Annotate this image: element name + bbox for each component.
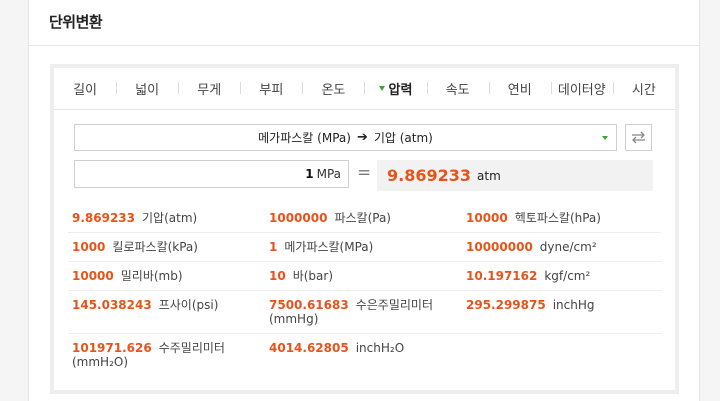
result-cell-unit: 파스칼(Pa) [334, 211, 391, 225]
tab-time[interactable]: 시간 [612, 79, 675, 98]
result-cell-unit: 프사이(psi) [158, 298, 219, 312]
result-cell-value: 1 [269, 240, 278, 254]
result-cell: 10 바(bar) [265, 262, 462, 290]
tab-label: 길이 [73, 83, 97, 98]
result-cell-value: 145.038243 [72, 298, 152, 312]
to-unit-label: 기압 (atm) [373, 131, 433, 145]
result-cell: 7500.61683 수은주밀리미터 (mmHg) [265, 291, 462, 333]
from-unit-label: 메가파스칼 (MPa) [258, 131, 351, 145]
results-grid: 9.869233 기압(atm) 1000000 파스칼(Pa) 10000 헥토파스… [68, 204, 661, 376]
result-cell-value: 10 [269, 269, 286, 283]
result-cell-unit: inchH₂O [355, 341, 405, 355]
unit-converter-card: 단위변환 길이 넓이 무게 부피 온도 압력 속도 연비 데이터양 시간 메가파… [28, 0, 700, 401]
results-row: 10000 밀리바(mb) 10 바(bar) 10.197162 kgf/cm² [68, 262, 661, 291]
result-cell-value: 4014.62805 [269, 341, 349, 355]
chevron-down-icon [602, 136, 608, 140]
page-title: 단위변환 [49, 13, 103, 31]
result-cell-unit: 바(bar) [292, 269, 334, 283]
input-value: 1 [305, 167, 314, 181]
result-cell-value: 1000 [72, 240, 106, 254]
results-row: 1000 킬로파스칼(kPa) 1 메가파스칼(MPa) 10000000 dyne/… [68, 233, 661, 262]
arrow-right-icon: ➔ [356, 130, 368, 145]
result-cell-unit: dyne/cm² [539, 240, 597, 254]
result-cell-value: 7500.61683 [269, 298, 349, 312]
tab-label: 연비 [507, 83, 532, 98]
result-cell: 10000 밀리바(mb) [68, 262, 265, 290]
result-cell: 9.869233 기압(atm) [68, 204, 265, 232]
results-row: 9.869233 기압(atm) 1000000 파스칼(Pa) 10000 헥토파스… [68, 204, 661, 233]
result-cell: 1 메가파스칼(MPa) [265, 233, 462, 261]
result-cell-unit: kgf/cm² [544, 269, 591, 283]
tab-label: 데이터양 [557, 83, 606, 98]
tab-label: 무게 [197, 83, 222, 98]
result-cell-value: 101971.626 [72, 341, 152, 355]
result-cell-unit: 기압(atm) [142, 211, 198, 225]
result-cell-value: 10000 [72, 269, 114, 283]
result-cell-value: 10000 [466, 211, 508, 225]
converter-panel: 길이 넓이 무게 부피 온도 압력 속도 연비 데이터양 시간 메가파스칼 (M… [50, 64, 679, 394]
tab-volume[interactable]: 부피 [240, 79, 302, 98]
result-cell-unit: inchHg [552, 298, 595, 312]
result-cell: 1000 킬로파스칼(kPa) [68, 233, 265, 261]
result-cell: 4014.62805 inchH₂O [265, 334, 462, 376]
result-cell [462, 334, 659, 376]
result-box: 9.869233 atm [377, 160, 653, 191]
result-cell-value: 10000000 [466, 240, 533, 254]
results-row: 145.038243 프사이(psi) 7500.61683 수은주밀리미터 (mm… [68, 291, 661, 334]
result-cell-unit: 밀리바(mb) [120, 269, 183, 283]
results-row: 101971.626 수주밀리미터 (mmH₂O) 4014.62805 inchH… [68, 334, 661, 376]
card-header: 단위변환 [29, 0, 699, 46]
tab-speed[interactable]: 속도 [426, 79, 489, 98]
active-indicator-icon [378, 86, 385, 91]
tab-label: 압력 [388, 83, 413, 98]
equals-sign: = [357, 163, 372, 183]
tab-pressure[interactable]: 압력 [364, 79, 426, 98]
result-cell: 10000 헥토파스칼(hPa) [462, 204, 659, 232]
result-cell: 10000000 dyne/cm² [462, 233, 659, 261]
result-value: 9.869233 [387, 166, 472, 185]
tab-area[interactable]: 넓이 [116, 79, 178, 98]
swap-units-button[interactable] [625, 124, 652, 151]
category-tabs: 길이 넓이 무게 부피 온도 압력 속도 연비 데이터양 시간 [54, 68, 675, 110]
tab-label: 온도 [321, 83, 346, 98]
result-unit: atm [477, 168, 501, 183]
tab-label: 넓이 [135, 83, 160, 98]
unit-pair-select[interactable]: 메가파스칼 (MPa) ➔ 기압 (atm) [74, 124, 617, 151]
tab-label: 부피 [259, 83, 284, 98]
tab-data-size[interactable]: 데이터양 [550, 79, 613, 98]
tab-label: 속도 [445, 83, 470, 98]
result-cell-unit: 킬로파스칼(kPa) [112, 240, 198, 254]
result-cell: 295.299875 inchHg [462, 291, 659, 333]
result-cell: 145.038243 프사이(psi) [68, 291, 265, 333]
tab-temperature[interactable]: 온도 [302, 79, 364, 98]
result-cell-value: 1000000 [269, 211, 328, 225]
value-input[interactable]: 1 MPa [74, 160, 349, 188]
tab-weight[interactable]: 무게 [178, 79, 240, 98]
result-cell-unit: 헥토파스칼(hPa) [514, 211, 601, 225]
swap-icon [632, 131, 645, 144]
result-cell: 10.197162 kgf/cm² [462, 262, 659, 290]
tab-fuel-efficiency[interactable]: 연비 [488, 79, 551, 98]
result-cell-value: 295.299875 [466, 298, 546, 312]
result-cell-unit: 메가파스칼(MPa) [284, 240, 374, 254]
result-cell-value: 10.197162 [466, 269, 538, 283]
input-unit: MPa [316, 167, 341, 181]
result-cell-value: 9.869233 [72, 211, 136, 225]
result-cell: 101971.626 수주밀리미터 (mmH₂O) [68, 334, 265, 376]
converter-inner: 길이 넓이 무게 부피 온도 압력 속도 연비 데이터양 시간 메가파스칼 (M… [54, 68, 675, 390]
tab-label: 시간 [631, 83, 656, 98]
result-cell: 1000000 파스칼(Pa) [265, 204, 462, 232]
tab-length[interactable]: 길이 [54, 79, 116, 98]
